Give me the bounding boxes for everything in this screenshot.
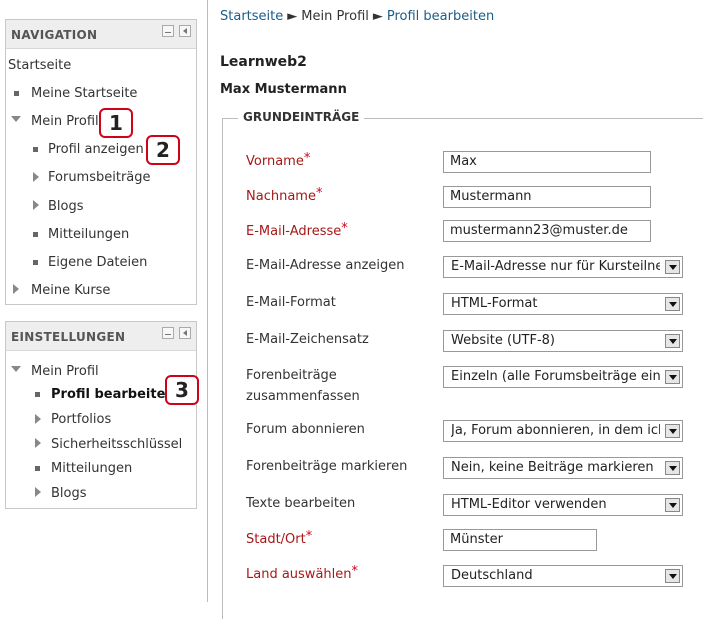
navigation-block-controls [162,25,191,37]
bullet-icon [35,392,40,397]
breadcrumb: Startseite ► Mein Profil ► Profil bearbeiten [220,9,494,24]
email-input[interactable]: mustermann23@muster.de [443,220,651,242]
callout-3: 3 [165,375,199,405]
collapsed-arrow-icon[interactable] [13,284,19,294]
nav-mein-profil[interactable]: Mein Profil [31,114,99,129]
nav-profil-anzeigen[interactable]: Profil anzeigen [48,142,144,157]
bullet-icon [35,466,40,471]
breadcrumb-home[interactable]: Startseite [220,9,283,24]
callout-2: 2 [146,135,180,165]
settings-blogs[interactable]: Blogs [51,486,87,501]
required-icon: * [303,151,311,166]
required-icon: * [351,564,359,579]
vorname-label: Vorname* [246,151,311,169]
bullet-icon [33,147,38,152]
expanded-arrow-icon[interactable] [11,116,21,122]
required-icon: * [305,529,313,544]
nav-meine-kurse[interactable]: Meine Kurse [31,283,110,298]
email-format-label: E-Mail-Format [246,295,336,310]
nav-meine-startseite[interactable]: Meine Startseite [31,86,137,101]
settings-sicherheitsschluessel[interactable]: Sicherheitsschlüssel [51,437,182,452]
land-select[interactable]: Deutschland [443,565,683,587]
forenbeitraege-markieren-select[interactable]: Nein, keine Beiträge markieren [443,457,683,479]
minimize-icon[interactable] [162,327,174,339]
callout-1: 1 [99,108,133,138]
bullet-icon [33,260,38,265]
email-anzeigen-select[interactable]: E-Mail-Adresse nur für Kursteilnehmer [443,256,683,278]
breadcrumb-separator-icon: ► [372,9,383,24]
settings-block-header: EINSTELLUNGEN [6,322,196,351]
collapsed-arrow-icon[interactable] [33,172,39,182]
nachname-input[interactable]: Mustermann [443,186,651,208]
breadcrumb-separator-icon: ► [287,9,298,24]
chevron-down-icon[interactable] [665,334,680,348]
required-icon: * [315,186,323,201]
breadcrumb-profile[interactable]: Mein Profil [301,9,369,24]
site-title: Learnweb2 [220,54,307,70]
collapsed-arrow-icon[interactable] [35,487,41,497]
settings-mitteilungen[interactable]: Mitteilungen [51,461,132,476]
texte-bearbeiten-label: Texte bearbeiten [246,496,356,511]
navigation-block-header: NAVIGATION [6,20,196,49]
nav-eigene-dateien[interactable]: Eigene Dateien [48,255,147,270]
stadt-label: Stadt/Ort* [246,529,313,547]
stadt-input[interactable]: Münster [443,529,597,551]
chevron-down-icon[interactable] [665,424,680,438]
nav-forumsbeitraege[interactable]: Forumsbeiträge [48,170,151,185]
forum-abonnieren-label: Forum abonnieren [246,422,365,437]
chevron-down-icon[interactable] [665,498,680,512]
user-name: Max Mustermann [220,82,347,97]
bullet-icon [33,232,38,237]
email-label: E-Mail-Adresse* [246,221,348,239]
vorname-input[interactable]: Max [443,151,651,173]
nav-blogs[interactable]: Blogs [48,199,84,214]
forum-abonnieren-select[interactable]: Ja, Forum abonnieren, in dem ich schreib… [443,420,683,442]
chevron-down-icon[interactable] [665,260,680,274]
nav-startseite[interactable]: Startseite [8,58,71,73]
nav-mitteilungen[interactable]: Mitteilungen [48,227,129,242]
settings-mein-profil[interactable]: Mein Profil [31,364,99,379]
bullet-icon [14,91,19,96]
collapsed-arrow-icon[interactable] [35,414,41,424]
section-legend[interactable]: GRUNDEINTRÄGE [238,110,365,124]
land-label: Land auswählen* [246,564,359,582]
collapsed-arrow-icon[interactable] [33,200,39,210]
settings-block-title: EINSTELLUNGEN [11,330,126,344]
chevron-down-icon[interactable] [665,461,680,475]
nachname-label: Nachname* [246,186,323,204]
column-divider [207,0,208,602]
settings-block: EINSTELLUNGEN Mein Profil Profil bearbei… [5,321,197,509]
email-zeichensatz-label: E-Mail-Zeichensatz [246,332,369,347]
chevron-down-icon[interactable] [665,569,680,583]
settings-profil-bearbeiten[interactable]: Profil bearbeiten [51,387,175,402]
forenbeitraege-markieren-label: Forenbeiträge markieren [246,459,408,474]
dock-icon[interactable] [179,25,191,37]
settings-portfolios[interactable]: Portfolios [51,412,111,427]
settings-block-controls [162,327,191,339]
collapsed-arrow-icon[interactable] [35,438,41,448]
dock-icon[interactable] [179,327,191,339]
breadcrumb-current[interactable]: Profil bearbeiten [387,9,494,24]
required-icon: * [341,221,348,236]
navigation-block-title: NAVIGATION [11,28,98,42]
email-zeichensatz-select[interactable]: Website (UTF-8) [443,330,683,352]
email-anzeigen-label: E-Mail-Adresse anzeigen [246,258,405,273]
forenbeitraege-zusammenfassen-select[interactable]: Einzeln (alle Forumsbeiträge einzeln) [443,366,683,388]
email-format-select[interactable]: HTML-Format [443,293,683,315]
chevron-down-icon[interactable] [665,297,680,311]
minimize-icon[interactable] [162,25,174,37]
chevron-down-icon[interactable] [665,370,680,384]
expanded-arrow-icon[interactable] [11,366,21,372]
texte-bearbeiten-select[interactable]: HTML-Editor verwenden [443,494,683,516]
forenbeitraege-zusammenfassen-label: Forenbeiträge zusammenfassen [246,368,360,404]
